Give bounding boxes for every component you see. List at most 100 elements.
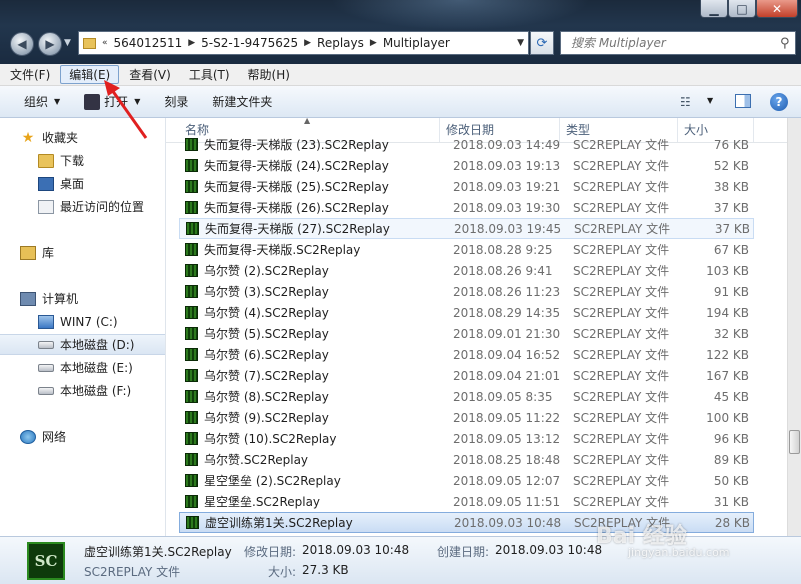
nav-drive-d[interactable]: 本地磁盘 (D:) [0, 334, 165, 355]
file-row[interactable]: 失而复得-天梯版.SC2Replay 2018.08.28 9:25 SC2REPL… [179, 239, 754, 260]
file-date: 2018.08.26 11:23 [453, 284, 561, 299]
nav-computer[interactable]: 计算机 [0, 288, 165, 309]
maximize-button[interactable]: □ [728, 0, 756, 18]
chevron-down-icon[interactable]: ▼ [707, 96, 713, 105]
nav-network[interactable]: 网络 [0, 426, 165, 447]
file-row[interactable]: 星空堡垒 (2).SC2Replay 2018.09.05 12:07 SC2REP… [179, 470, 754, 491]
file-name: 虚空训练第1关.SC2Replay [205, 516, 353, 530]
open-button[interactable]: 打开 ▼ [84, 93, 140, 110]
details-created-value: 2018.09.03 10:48 [495, 543, 603, 557]
file-type: SC2REPLAY 文件 [573, 432, 670, 446]
file-row[interactable]: 乌尔赞.SC2Replay 2018.08.25 18:48 SC2REPLAY 文… [179, 449, 754, 470]
menu-view[interactable]: 查看(V) [121, 66, 179, 83]
breadcrumb-overflow-icon[interactable]: « [102, 38, 108, 48]
breadcrumb-item[interactable]: Multiplayer [383, 36, 450, 50]
file-type: SC2REPLAY 文件 [573, 411, 670, 425]
nav-drive-e[interactable]: 本地磁盘 (E:) [0, 357, 165, 378]
minimize-button[interactable]: ▁ [700, 0, 728, 18]
refresh-button[interactable]: ⟳ [530, 31, 554, 55]
help-icon[interactable]: ? [770, 93, 788, 111]
file-row[interactable]: 乌尔赞 (6).SC2Replay 2018.09.04 16:52 SC2REPL… [179, 344, 754, 365]
organize-button[interactable]: 组织 ▼ [24, 93, 60, 110]
file-name: 乌尔赞 (3).SC2Replay [204, 285, 329, 299]
file-size: 194 KB [706, 305, 749, 320]
file-row[interactable]: 乌尔赞 (3).SC2Replay 2018.08.26 11:23 SC2REPL… [179, 281, 754, 302]
menu-help[interactable]: 帮助(H) [240, 66, 298, 83]
breadcrumb-item[interactable]: Replays [317, 36, 364, 50]
view-options-icon[interactable]: ☷ [680, 95, 691, 109]
file-row[interactable]: 失而复得-天梯版 (23).SC2Replay 2018.09.03 14:49 S… [179, 134, 754, 155]
file-size: 96 KB [713, 431, 749, 446]
file-type: SC2REPLAY 文件 [573, 138, 670, 152]
breadcrumb-item[interactable]: 564012511 [114, 36, 183, 50]
sc2replay-file-icon [185, 453, 198, 466]
search-box[interactable]: ⚲ [560, 31, 796, 55]
details-modified-label: 修改日期: [244, 545, 297, 559]
file-date: 2018.09.03 19:13 [453, 158, 561, 173]
scrollbar-thumb[interactable] [789, 430, 800, 454]
file-size: 38 KB [713, 179, 749, 194]
organize-label: 组织 [24, 95, 49, 109]
burn-button[interactable]: 刻录 [164, 93, 188, 110]
forward-button[interactable]: ▶ [38, 32, 62, 56]
file-size: 31 KB [713, 494, 749, 509]
recent-pages-dropdown-icon[interactable]: ▼ [64, 38, 71, 48]
file-row[interactable]: 失而复得-天梯版 (24).SC2Replay 2018.09.03 19:13 S… [179, 155, 754, 176]
file-date: 2018.09.05 11:51 [453, 494, 561, 509]
menu-edit[interactable]: 编辑(E) [60, 65, 120, 84]
file-size: 32 KB [713, 326, 749, 341]
vertical-scrollbar[interactable] [787, 118, 801, 536]
address-dropdown-icon[interactable]: ▼ [517, 38, 524, 48]
file-row[interactable]: 星空堡垒.SC2Replay 2018.09.05 11:51 SC2REPLAY … [179, 491, 754, 512]
file-row[interactable]: 乌尔赞 (2).SC2Replay 2018.08.26 9:41 SC2REPLA… [179, 260, 754, 281]
search-input[interactable] [569, 35, 778, 51]
nav-drive-c[interactable]: WIN7 (C:) [0, 311, 165, 332]
file-row[interactable]: 乌尔赞 (10).SC2Replay 2018.09.05 13:12 SC2REP… [179, 428, 754, 449]
chevron-down-icon: ▼ [134, 97, 141, 106]
sc2replay-file-icon [185, 432, 198, 445]
file-size: 67 KB [713, 242, 749, 257]
breadcrumb-item[interactable]: 5-S2-1-9475625 [201, 36, 298, 50]
nav-drive-f[interactable]: 本地磁盘 (F:) [0, 380, 165, 401]
menu-file[interactable]: 文件(F) [2, 66, 58, 83]
file-name: 失而复得-天梯版.SC2Replay [204, 243, 361, 257]
address-bar[interactable]: « 564012511 ▶ 5-S2-1-9475625 ▶ Replays ▶… [78, 31, 529, 55]
file-type: SC2REPLAY 文件 [573, 243, 670, 257]
breadcrumb-chevron-icon[interactable]: ▶ [304, 38, 311, 48]
nav-desktop[interactable]: 桌面 [0, 173, 165, 194]
star-icon: ★ [21, 129, 35, 146]
file-row[interactable]: 失而复得-天梯版 (25).SC2Replay 2018.09.03 19:21 S… [179, 176, 754, 197]
nav-libraries[interactable]: 库 [0, 242, 165, 263]
file-size: 37 KB [714, 221, 750, 236]
file-row[interactable]: 乌尔赞 (9).SC2Replay 2018.09.05 11:22 SC2REPL… [179, 407, 754, 428]
file-name: 星空堡垒 (2).SC2Replay [204, 474, 341, 488]
title-bar-glow [330, 0, 590, 30]
breadcrumb-chevron-icon[interactable]: ▶ [370, 38, 377, 48]
search-icon[interactable]: ⚲ [780, 36, 790, 51]
desktop-icon [38, 176, 54, 191]
file-row[interactable]: 乌尔赞 (7).SC2Replay 2018.09.04 21:01 SC2REPL… [179, 365, 754, 386]
file-row[interactable]: 失而复得-天梯版 (26).SC2Replay 2018.09.03 19:30 S… [179, 197, 754, 218]
menu-tools[interactable]: 工具(T) [181, 66, 238, 83]
file-row[interactable]: 失而复得-天梯版 (27).SC2Replay 2018.09.03 19:45 S… [179, 218, 754, 239]
breadcrumb-chevron-icon[interactable]: ▶ [188, 38, 195, 48]
nav-recent-places[interactable]: 最近访问的位置 [0, 196, 165, 217]
file-type: SC2REPLAY 文件 [573, 180, 670, 194]
back-button[interactable]: ◀ [10, 32, 34, 56]
title-bar: ▁ □ ✕ ◀ ▶ ▼ « 564012511 ▶ 5-S2-1-9475625… [0, 0, 801, 64]
file-date: 2018.08.28 9:25 [453, 242, 553, 257]
file-row[interactable]: 乌尔赞 (4).SC2Replay 2018.08.29 14:35 SC2REPL… [179, 302, 754, 323]
file-row[interactable]: 乌尔赞 (8).SC2Replay 2018.09.05 8:35 SC2REPLA… [179, 386, 754, 407]
nav-label: 本地磁盘 (D:) [60, 338, 135, 352]
preview-pane-icon[interactable] [735, 94, 751, 108]
file-size: 167 KB [706, 368, 749, 383]
command-bar: 组织 ▼ 打开 ▼ 刻录 新建文件夹 ☷ ▼ ? [0, 86, 801, 118]
new-folder-button[interactable]: 新建文件夹 [212, 93, 272, 110]
nav-downloads[interactable]: 下载 [0, 150, 165, 171]
file-row[interactable]: 乌尔赞 (5).SC2Replay 2018.09.01 21:30 SC2REPL… [179, 323, 754, 344]
nav-favorites[interactable]: ★ 收藏夹 [0, 127, 165, 148]
nav-label: 下载 [60, 154, 85, 168]
close-button[interactable]: ✕ [756, 0, 798, 18]
file-name: 星空堡垒.SC2Replay [204, 495, 321, 509]
menu-bar: 文件(F) 编辑(E) 查看(V) 工具(T) 帮助(H) [0, 64, 801, 86]
